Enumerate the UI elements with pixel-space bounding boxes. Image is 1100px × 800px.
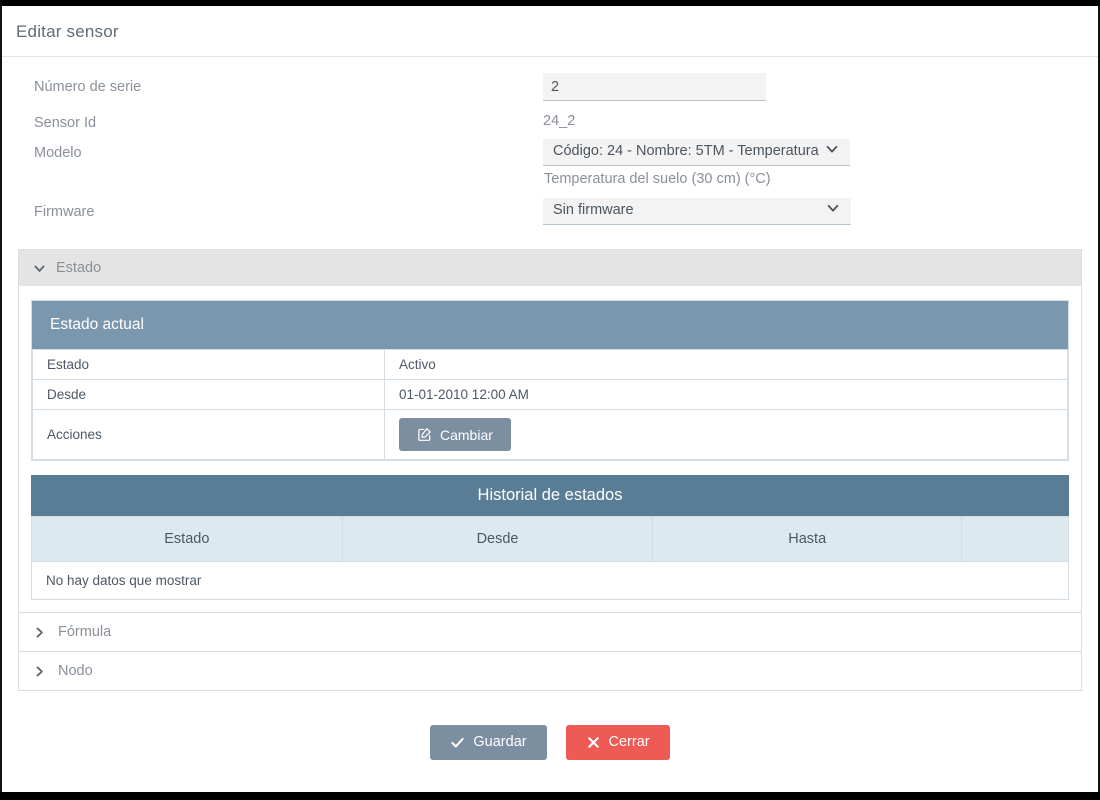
column-header-estado[interactable]: Estado [31,516,343,562]
sensor-id-control: 24_2 [543,109,1082,129]
accordion-panel-formula: Fórmula [18,613,1082,652]
accordion-header-formula[interactable]: Fórmula [19,613,1081,651]
firmware-select-value: Sin firmware [553,202,634,218]
close-button[interactable]: Cerrar [565,725,670,760]
modelo-select[interactable]: Código: 24 - Nombre: 5TM - Temperatura [543,139,850,166]
current-state-header: Estado actual [32,301,1068,349]
column-header-actions [961,516,1069,562]
close-icon [586,735,601,750]
form-row-firmware: Firmware Sin firmware [18,198,1082,225]
table-row: Estado Activo [32,349,1068,380]
edit-sensor-modal: Editar sensor Número de serie Sensor Id … [2,6,1098,792]
screen: Editar sensor Número de serie Sensor Id … [0,0,1100,800]
accordion-panel-nodo: Nodo [18,652,1082,691]
serial-control [543,73,1082,101]
accordion-header-estado[interactable]: Estado [19,250,1081,286]
close-label: Cerrar [608,734,650,751]
table-row: Acciones Cambiar [32,409,1068,460]
modal-header: Editar sensor [2,6,1098,57]
check-icon [450,735,465,750]
accordion-header-nodo[interactable]: Nodo [19,652,1081,690]
modelo-select-value: Código: 24 - Nombre: 5TM - Temperatura [553,143,819,159]
firmware-label: Firmware [34,204,95,220]
sensor-id-label: Sensor Id [34,115,97,131]
firmware-select[interactable]: Sin firmware [543,198,851,225]
modal-body: Número de serie Sensor Id 24_2 Modelo Có… [2,57,1098,760]
modal-footer: Guardar Cerrar [18,709,1082,760]
modelo-control: Código: 24 - Nombre: 5TM - Temperatura T… [543,139,1082,190]
state-history-title: Historial de estados [31,475,1069,516]
table-row: Desde 01-01-2010 12:00 AM [32,379,1068,410]
edit-icon [417,427,432,442]
serial-input[interactable] [543,73,766,101]
bottom-letterbox [0,792,1100,800]
current-state-table: Estado Activo Desde 01-01-2010 12:00 AM … [32,349,1068,460]
state-row-key: Desde [32,379,385,410]
change-state-button[interactable]: Cambiar [399,418,511,451]
state-row-value: Activo [384,349,1068,380]
column-header-hasta[interactable]: Hasta [652,516,963,562]
accordion: Estado Estado actual Estado Activo Desde… [18,249,1082,691]
accordion-label-estado: Estado [56,260,102,276]
state-row-key: Estado [32,349,385,380]
firmware-control: Sin firmware [543,198,1082,225]
serial-label: Número de serie [34,79,142,95]
save-button[interactable]: Guardar [430,725,547,760]
actions-label: Acciones [32,409,385,460]
modelo-label: Modelo [34,145,82,161]
state-history-section: Historial de estados Estado Desde Hasta [31,475,1069,600]
column-header-desde[interactable]: Desde [341,516,654,562]
state-row-value: 01-01-2010 12:00 AM [384,379,1068,410]
form-row-modelo: Modelo Código: 24 - Nombre: 5TM - Temper… [18,139,1082,190]
sensor-id-value: 24_2 [543,113,576,129]
form-row-sensor-id: Sensor Id 24_2 [18,109,1082,131]
save-label: Guardar [473,734,527,751]
form-row-serial: Número de serie [18,73,1082,101]
current-state-card: Estado actual Estado Activo Desde 01-01-… [31,300,1069,461]
accordion-label-nodo: Nodo [58,663,93,679]
table-header-row: Estado Desde Hasta [31,516,1069,562]
chevron-down-icon [33,262,46,275]
chevron-right-icon [33,626,46,639]
modelo-helper-text: Temperatura del suelo (30 cm) (°C) [544,171,771,187]
accordion-panel-estado: Estado Estado actual Estado Activo Desde… [18,249,1082,613]
table-row-empty: No hay datos que mostrar [31,561,1069,600]
actions-cell: Cambiar [384,409,1068,460]
state-history-table: Estado Desde Hasta No hay datos que most… [31,516,1069,600]
empty-message: No hay datos que mostrar [31,561,1069,600]
chevron-down-icon [826,201,840,215]
chevron-down-icon [825,142,839,156]
accordion-body-estado: Estado actual Estado Activo Desde 01-01-… [19,286,1081,612]
page-title: Editar sensor [16,22,119,41]
change-state-label: Cambiar [440,426,493,443]
chevron-right-icon [33,665,46,678]
accordion-label-formula: Fórmula [58,624,112,640]
